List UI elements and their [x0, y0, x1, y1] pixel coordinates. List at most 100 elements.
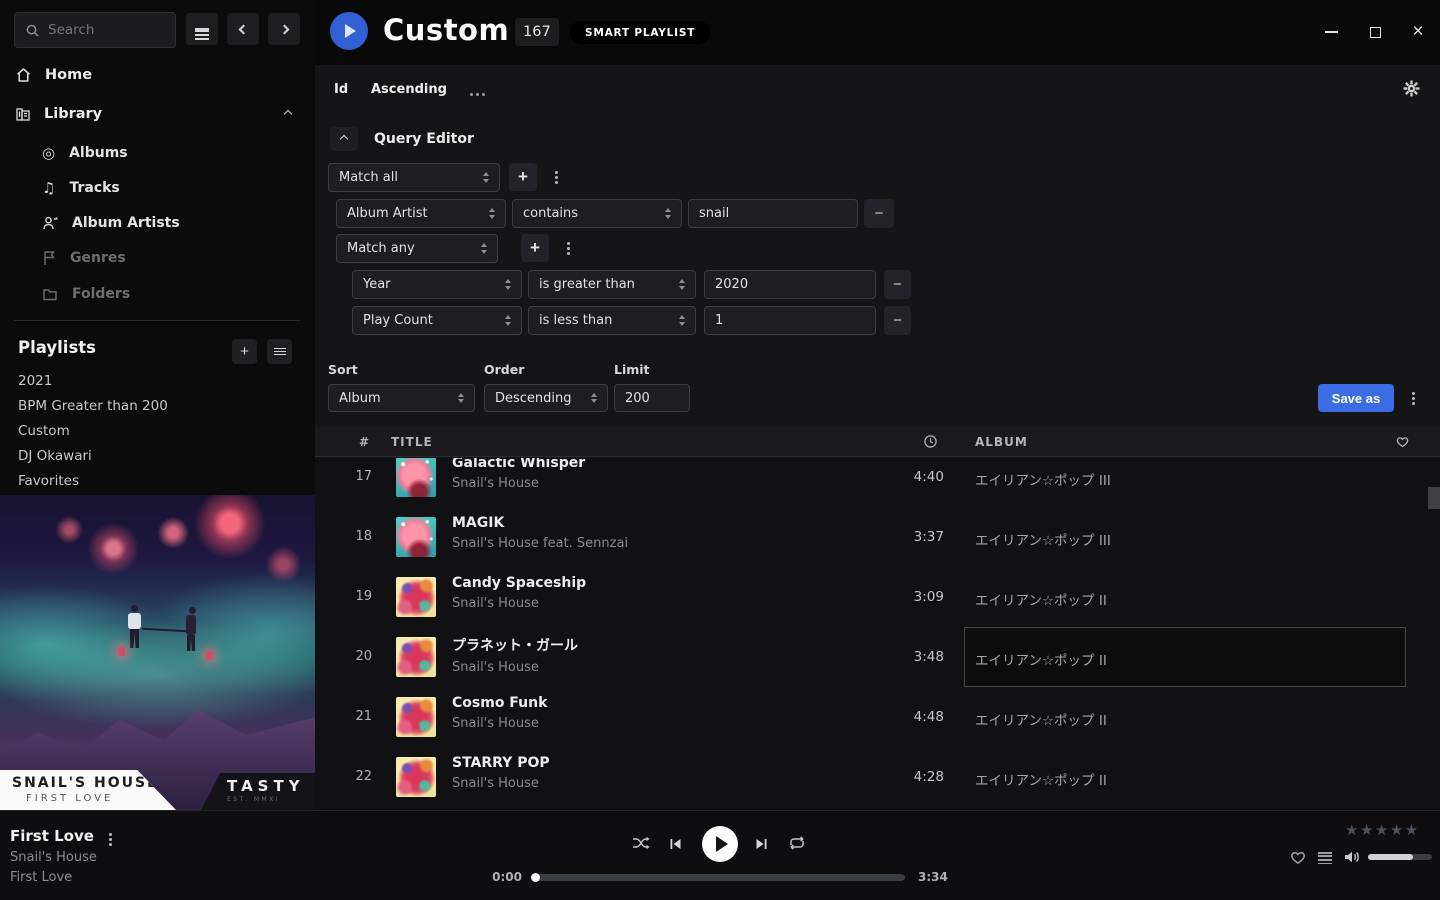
repeat-button[interactable] — [788, 836, 806, 853]
playlist-list-button[interactable] — [267, 339, 292, 364]
remove-rule-button[interactable]: − — [884, 270, 911, 299]
add-playlist-button[interactable]: + — [232, 339, 257, 364]
track-artist[interactable]: Snail's House — [452, 596, 852, 611]
play-pause-button[interactable] — [702, 826, 738, 862]
search-input[interactable] — [48, 22, 158, 38]
column-favorite[interactable] — [1395, 434, 1410, 451]
playlist-item[interactable]: DJ Okawari — [18, 443, 288, 469]
table-row[interactable]: 22 STARRY POPSnail's House 4:28 エイリアン☆ポッ… — [315, 747, 1440, 807]
window-close-button[interactable]: × — [1403, 17, 1433, 47]
track-artist[interactable]: Snail's House — [452, 776, 852, 791]
previous-track-button[interactable] — [668, 837, 683, 854]
track-title[interactable]: プラネット・ガール — [452, 635, 852, 655]
rule-operator-select[interactable]: is greater than — [528, 270, 696, 299]
shuffle-button[interactable] — [631, 835, 651, 854]
rule-value-input[interactable] — [704, 306, 876, 335]
queue-button[interactable] — [1318, 850, 1332, 866]
column-index[interactable]: # — [359, 435, 370, 449]
sort-order-control[interactable]: Ascending — [371, 82, 447, 97]
volume-slider[interactable] — [1368, 854, 1432, 860]
table-row[interactable]: 19 Candy SpaceshipSnail's House 3:09 エイリ… — [315, 567, 1440, 627]
sidebar-item-albums[interactable]: ◎ Albums — [0, 139, 315, 167]
window-maximize-button[interactable] — [1360, 17, 1390, 47]
track-artist[interactable]: Snail's House feat. Sennzai — [452, 536, 852, 551]
search-box[interactable] — [14, 12, 176, 48]
sidebar-item-folders[interactable]: Folders — [0, 280, 315, 308]
rule-field-select[interactable]: Play Count — [352, 306, 522, 335]
rating-stars[interactable]: ★★★★★ — [1345, 821, 1420, 839]
track-album[interactable]: エイリアン☆ポップ III — [975, 469, 1395, 489]
now-playing-artist[interactable]: Snail's House — [10, 850, 97, 865]
playlist-item[interactable]: BPM Greater than 200 — [18, 393, 288, 419]
track-album[interactable]: エイリアン☆ポップ II — [975, 709, 1395, 729]
order-select[interactable]: Descending — [484, 384, 608, 412]
rule-field-select[interactable]: Year — [352, 270, 522, 299]
seek-knob[interactable] — [531, 873, 540, 882]
track-table-header: # TITLE ALBUM — [315, 427, 1440, 457]
group-menu-button[interactable] — [557, 234, 579, 262]
column-album[interactable]: ALBUM — [975, 435, 1028, 449]
table-row[interactable]: 21 Cosmo FunkSnail's House 4:48 エイリアン☆ポッ… — [315, 687, 1440, 747]
track-album[interactable]: エイリアン☆ポップ II — [975, 769, 1395, 789]
query-editor-collapse-button[interactable] — [330, 127, 358, 151]
match-type-select[interactable]: Match any — [336, 234, 498, 263]
now-playing-title[interactable]: First Love — [10, 827, 94, 845]
sidebar-item-album-artists[interactable]: Album Artists — [0, 209, 315, 237]
remove-rule-button[interactable]: − — [884, 306, 911, 335]
group-menu-button[interactable] — [545, 163, 567, 191]
rule-value-input[interactable] — [688, 199, 858, 228]
playlist-item[interactable]: Favorites — [18, 468, 288, 494]
volume-button[interactable] — [1343, 849, 1361, 868]
track-album[interactable]: エイリアン☆ポップ II — [975, 649, 1395, 669]
track-artist[interactable]: Snail's House — [452, 716, 852, 731]
playlist-item[interactable]: 2021 — [18, 368, 288, 394]
playlist-item[interactable]: Custom — [18, 418, 288, 444]
more-vertical-icon — [1412, 397, 1415, 400]
sidebar-item-library[interactable]: Library — [0, 101, 315, 127]
sidebar-item-home[interactable]: Home — [0, 62, 315, 88]
now-playing-menu-button[interactable] — [109, 829, 112, 844]
sidebar-item-tracks[interactable]: ♫ Tracks — [0, 174, 315, 202]
settings-button[interactable] — [1399, 80, 1423, 100]
track-title[interactable]: Galactic Whisper — [452, 458, 852, 471]
track-title[interactable]: Cosmo Funk — [452, 695, 852, 711]
rule-value-input[interactable] — [704, 270, 876, 299]
rule-operator-select[interactable]: contains — [512, 199, 682, 228]
nav-forward-button[interactable] — [268, 13, 300, 45]
menu-button[interactable] — [186, 13, 218, 45]
table-row[interactable]: 17 Galactic WhisperSnail's House 4:40 エイ… — [315, 458, 1440, 507]
add-rule-button[interactable]: + — [509, 163, 537, 191]
window-minimize-button[interactable] — [1316, 17, 1346, 47]
match-type-select[interactable]: Match all — [328, 163, 500, 192]
toolbar-more-button[interactable] — [465, 83, 489, 99]
add-rule-button[interactable]: + — [521, 234, 549, 262]
now-playing-album[interactable]: First Love — [10, 870, 72, 885]
play-playlist-button[interactable] — [330, 12, 368, 50]
scrollbar-thumb[interactable] — [1428, 487, 1440, 509]
save-as-button[interactable]: Save as — [1318, 384, 1394, 412]
seek-bar[interactable] — [535, 874, 905, 881]
query-menu-button[interactable] — [1402, 384, 1424, 412]
next-track-button[interactable] — [754, 837, 769, 854]
sort-field-control[interactable]: Id — [334, 82, 348, 97]
track-album[interactable]: エイリアン☆ポップ II — [975, 589, 1395, 609]
track-album[interactable]: エイリアン☆ポップ III — [975, 529, 1395, 549]
track-title[interactable]: Candy Spaceship — [452, 575, 852, 591]
column-duration[interactable] — [923, 434, 938, 452]
nav-back-button[interactable] — [227, 13, 259, 45]
sidebar-item-genres[interactable]: Genres — [0, 244, 315, 272]
favorite-button[interactable] — [1289, 848, 1307, 868]
limit-input[interactable] — [614, 384, 690, 412]
remove-rule-button[interactable]: − — [864, 199, 894, 228]
table-row[interactable]: 20 プラネット・ガールSnail's House 3:48 エイリアン☆ポップ… — [315, 627, 1440, 687]
track-artist[interactable]: Snail's House — [452, 660, 852, 675]
rule-field-select[interactable]: Album Artist — [336, 199, 506, 228]
track-title[interactable]: MAGIK — [452, 515, 852, 531]
rule-operator-select[interactable]: is less than — [528, 306, 696, 335]
collapse-chevron-icon[interactable] — [284, 110, 292, 118]
track-title[interactable]: STARRY POP — [452, 755, 852, 771]
table-row[interactable]: 18 MAGIKSnail's House feat. Sennzai 3:37… — [315, 507, 1440, 567]
track-artist[interactable]: Snail's House — [452, 476, 852, 491]
column-title[interactable]: TITLE — [391, 435, 433, 449]
sort-select[interactable]: Album — [328, 384, 475, 412]
